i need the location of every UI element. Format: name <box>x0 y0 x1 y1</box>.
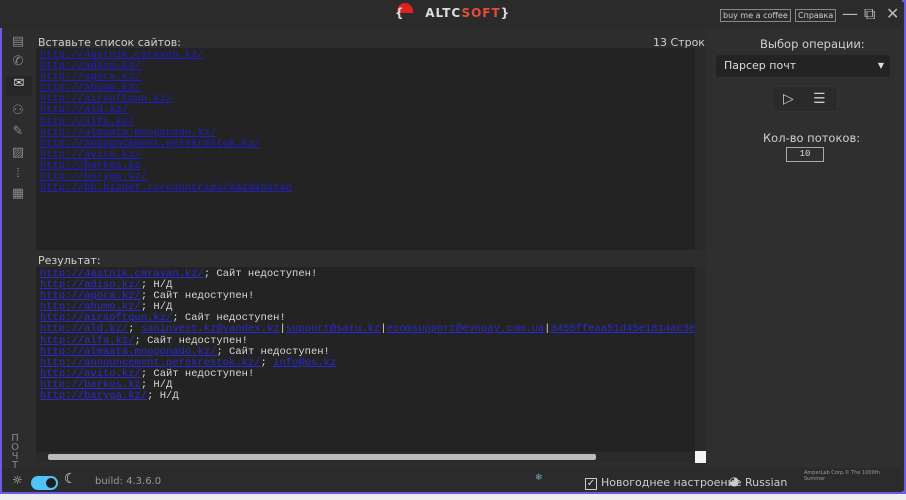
copyright: AmperLab Corp.© The 1000th Summer <box>804 470 880 482</box>
list-item: http://airsoftgun.kz/ <box>40 94 691 105</box>
clear-list-icon[interactable]: ☰ <box>813 91 826 107</box>
audio-icon[interactable]: ⦙ <box>10 166 26 182</box>
sun-icon[interactable]: ☼ <box>12 473 23 487</box>
snowflake-icon: ❄ <box>535 473 543 483</box>
mail-icon[interactable]: ✉ <box>6 76 32 96</box>
operation-value: Парсер почт <box>724 59 797 72</box>
background-strip <box>0 494 906 500</box>
list-item: http://ald.kz/ <box>40 105 691 116</box>
sites-input[interactable]: http://4astnik.caravan.kz/http://adiso.k… <box>36 48 695 250</box>
list-item: http://bb.biznet.ru/countries/kazakhstan <box>40 183 691 194</box>
buy-coffee-button[interactable]: buy me a coffee <box>720 9 791 22</box>
result-status: ; Сайт недоступен! <box>203 268 318 280</box>
chevron-down-icon: ▼ <box>877 61 884 70</box>
edit-icon[interactable]: ✎ <box>10 124 26 140</box>
minimize-button[interactable]: — <box>842 4 858 23</box>
result-vscrollbar[interactable] <box>695 267 706 452</box>
theme-toggle[interactable] <box>31 476 58 490</box>
build-version: build: 4.3.6.0 <box>95 476 162 487</box>
input-scrollbar[interactable] <box>695 48 706 250</box>
sidebar: ▤ ✆ ✉ ⚇ ✎ ▨ ⦙ ▦ ПОЧТЫ <box>2 28 32 478</box>
image-icon[interactable]: ▨ <box>10 145 26 161</box>
hscroll-thumb[interactable] <box>48 454 596 460</box>
site-url[interactable]: http://bb.biznet.ru/countries/kazakhstan <box>40 182 292 194</box>
result-status: ; Н/Д <box>147 390 179 403</box>
new-year-checkbox[interactable]: ✓ <box>585 478 597 490</box>
globe-icon[interactable]: ◕ <box>729 474 739 488</box>
document-icon[interactable]: ▤ <box>10 34 26 50</box>
users-icon[interactable]: ⚇ <box>10 103 26 119</box>
threads-input[interactable]: 10 <box>786 147 824 162</box>
result-status: ; <box>260 356 274 369</box>
close-button[interactable]: ✕ <box>886 4 899 23</box>
result-label: Результат: <box>38 254 101 267</box>
new-year-label: Новогоднее настроение <box>601 476 742 489</box>
language-selector[interactable]: Russian <box>745 476 787 489</box>
email-link[interactable]: 3455ffeaa51d45e1814ac3e07c1 <box>550 323 695 335</box>
maximize-button[interactable]: ⧉ <box>864 4 875 24</box>
phone-icon[interactable]: ✆ <box>10 54 26 70</box>
action-buttons: ▷ ☰ <box>772 86 838 112</box>
logo: { ALTCSOFT} <box>395 6 511 20</box>
operation-select[interactable]: Парсер почт ▼ <box>716 55 890 77</box>
threads-label: Кол-во потоков: <box>763 131 861 145</box>
result-hscrollbar[interactable] <box>36 452 696 462</box>
moon-icon[interactable]: ☾ <box>64 471 77 487</box>
email-link[interactable]: support@satu.kz <box>286 323 381 335</box>
play-icon[interactable]: ▷ <box>783 91 794 107</box>
footer: ☼ ☾ build: 4.3.6.0 ❄ ✓ Новогоднее настро… <box>2 468 902 492</box>
email-link[interactable]: ecomsupport@evopay.com.ua <box>387 323 545 335</box>
result-row: http://baryga.kz/; Н/Д <box>40 390 691 403</box>
operation-label: Выбор операции: <box>760 37 865 51</box>
email-link[interactable]: info@ps.kz <box>273 357 336 369</box>
film-icon[interactable]: ▦ <box>10 186 26 202</box>
help-button[interactable]: Справка <box>795 9 837 22</box>
title-bar: { ALTCSOFT} buy me a coffee Справка — ⧉ … <box>0 0 902 28</box>
result-url[interactable]: http://baryga.kz/ <box>40 390 147 402</box>
result-output[interactable]: http://4astnik.caravan.kz/; Сайт недосту… <box>36 267 695 452</box>
